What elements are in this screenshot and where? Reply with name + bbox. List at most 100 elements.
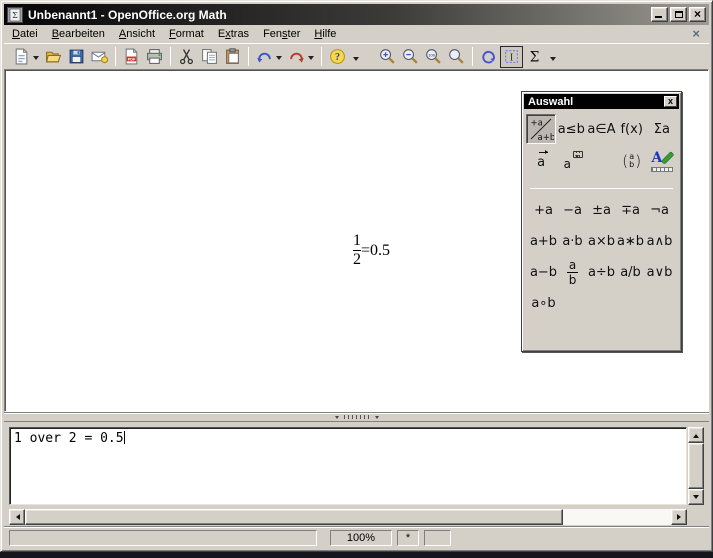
paste-button[interactable]: [221, 46, 244, 68]
save-button[interactable]: [65, 46, 88, 68]
ruler-icon: [651, 167, 673, 172]
window-title: Unbenannt1 - OpenOffice.org Math: [28, 8, 649, 22]
palette-item[interactable]: ∓a: [616, 195, 645, 226]
scroll-right-button[interactable]: [671, 509, 687, 525]
formula-rhs: =0.5: [361, 242, 390, 260]
menu-item-datei[interactable]: Datei: [5, 26, 45, 43]
zoom-level[interactable]: 100%: [330, 530, 392, 546]
save-icon: [68, 48, 85, 65]
fraction-denominator: 2: [353, 252, 361, 268]
palette-item[interactable]: ab: [558, 257, 587, 288]
palette-titlebar[interactable]: Auswahl x: [524, 94, 679, 109]
palette-item[interactable]: a∧b: [645, 226, 674, 257]
toolbar-separator: [472, 47, 473, 66]
export-pdf-button[interactable]: PDF: [120, 46, 143, 68]
cursor-button[interactable]: I: [500, 46, 523, 68]
text-caret: [124, 431, 126, 444]
palette-item[interactable]: −a: [558, 195, 587, 226]
svg-text:+a: +a: [531, 119, 543, 129]
scroll-down-button[interactable]: [688, 489, 704, 505]
new-document-button[interactable]: [10, 46, 42, 68]
zoom-page-button[interactable]: [445, 46, 468, 68]
send-email-button[interactable]: [88, 46, 111, 68]
copy-icon: [201, 48, 218, 65]
scroll-track[interactable]: [563, 509, 671, 525]
dropdown-arrow-icon: [33, 56, 39, 63]
zoom-in-button[interactable]: [376, 46, 399, 68]
palette-item[interactable]: ±a: [587, 195, 616, 226]
palette-item[interactable]: +a: [529, 195, 558, 226]
command-input[interactable]: 1 over 2 = 0.5: [9, 427, 687, 505]
document-close-icon[interactable]: ×: [692, 27, 700, 40]
category-relations[interactable]: a≤b: [556, 114, 586, 144]
undo-button[interactable]: [253, 46, 285, 68]
scroll-left-button[interactable]: [9, 509, 25, 525]
palette-item[interactable]: a∘b: [529, 288, 558, 319]
toolbar-overflow-button[interactable]: [349, 46, 362, 68]
category-operators[interactable]: Σa: [647, 114, 677, 144]
horizontal-scroll-thumb[interactable]: [25, 509, 563, 525]
titlebar[interactable]: Σ Unbenannt1 - OpenOffice.org Math ×: [4, 4, 709, 25]
svg-text:PDF: PDF: [128, 57, 136, 61]
symbols-sigma-button[interactable]: Σ: [523, 46, 546, 68]
app-window: Σ Unbenannt1 - OpenOffice.org Math × Dat…: [0, 0, 713, 552]
view-splitter[interactable]: [4, 412, 709, 422]
selection-palette: Auswahl x +aa+ba≤ba∈Af(x)Σaaa(ab)A +a−a±…: [521, 91, 682, 352]
palette-categories: +aa+ba≤ba∈Af(x)Σa aa (ab)A: [522, 111, 681, 176]
symbols-sigma-icon: Σ: [526, 48, 543, 65]
palette-close-button[interactable]: x: [664, 96, 677, 107]
command-vertical-scrollbar[interactable]: [688, 427, 704, 505]
category-brackets[interactable]: (ab): [617, 146, 647, 176]
menu-item-extras[interactable]: Extras: [211, 26, 256, 43]
undo-icon: [256, 48, 273, 65]
category-functions[interactable]: f(x): [617, 114, 647, 144]
cut-button[interactable]: [175, 46, 198, 68]
category-attributes[interactable]: a: [526, 146, 556, 176]
category-formats[interactable]: A: [647, 146, 677, 176]
formula-view[interactable]: 1 2 =0.5 Auswahl x +aa+ba≤ba∈Af(x)Σaaa(a…: [4, 69, 709, 412]
minimize-icon: [655, 16, 662, 18]
maximize-button[interactable]: [670, 7, 687, 22]
palette-item[interactable]: a/b: [616, 257, 645, 288]
copy-button[interactable]: [198, 46, 221, 68]
palette-item[interactable]: a·b: [558, 226, 587, 257]
splitter-handle[interactable]: [335, 413, 379, 421]
open-button[interactable]: [42, 46, 65, 68]
minimize-button[interactable]: [651, 7, 668, 22]
palette-item[interactable]: a×b: [587, 226, 616, 257]
palette-item[interactable]: a+b: [529, 226, 558, 257]
palette-item[interactable]: a∨b: [645, 257, 674, 288]
category-others[interactable]: a: [556, 146, 586, 176]
update-button[interactable]: [477, 46, 500, 68]
toolbar: PDF? 100 IΣ: [4, 43, 709, 69]
app-icon: Σ: [7, 7, 23, 23]
command-horizontal-scrollbar[interactable]: [9, 509, 687, 525]
print-button[interactable]: [143, 46, 166, 68]
help-button[interactable]: ?: [326, 46, 349, 68]
category-unary-binary-operators[interactable]: +aa+b: [526, 114, 556, 144]
svg-text:Σ: Σ: [530, 49, 540, 65]
menu-item-format[interactable]: Format: [162, 26, 211, 43]
zoom-page-icon: [448, 48, 465, 65]
palette-item[interactable]: ¬a: [645, 195, 674, 226]
palette-item[interactable]: a−b: [529, 257, 558, 288]
palette-item[interactable]: a÷b: [587, 257, 616, 288]
redo-button[interactable]: [285, 46, 317, 68]
menu-item-ansicht[interactable]: Ansicht: [112, 26, 162, 43]
vertical-scroll-thumb[interactable]: [688, 443, 704, 489]
menu-item-hilfe[interactable]: Hilfe: [307, 26, 343, 43]
zoom-100-button[interactable]: 100: [422, 46, 445, 68]
palette-item[interactable]: a∗b: [616, 226, 645, 257]
category-set-operations[interactable]: a∈A: [586, 114, 616, 144]
menu-item-bearbeiten[interactable]: Bearbeiten: [45, 26, 112, 43]
zoom-out-button[interactable]: [399, 46, 422, 68]
category-spacer: [586, 146, 616, 176]
toolbar-overflow-button[interactable]: [546, 46, 559, 68]
menu-item-fenster[interactable]: Fenster: [256, 26, 307, 43]
modified-indicator: *: [397, 530, 419, 546]
scroll-up-button[interactable]: [688, 427, 704, 443]
export-pdf-icon: PDF: [123, 48, 140, 65]
menubar-items: DateiBearbeitenAnsichtFormatExtrasFenste…: [5, 26, 343, 43]
close-button[interactable]: ×: [689, 7, 706, 22]
open-icon: [45, 48, 62, 65]
